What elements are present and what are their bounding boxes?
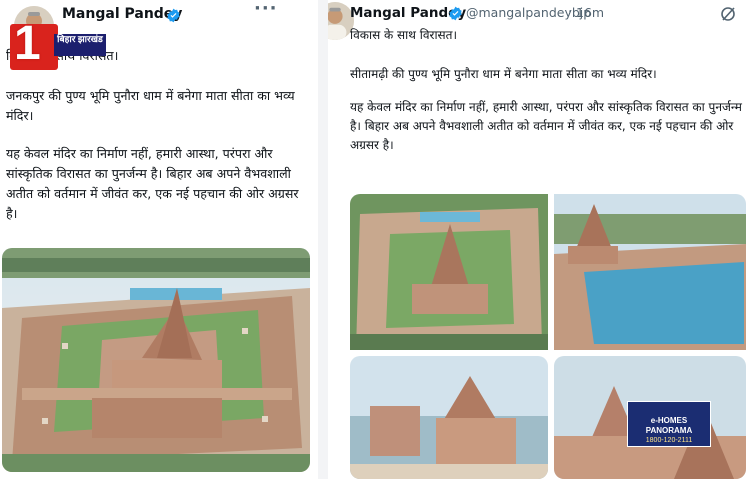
separator-dot: · [568,5,573,20]
tweet-paragraph-1: जनकपुर की पुण्य भूमि पुनौरा धाम में बनेग… [6,88,295,123]
author-handle[interactable]: @mangalpandeybjp [466,5,591,20]
temple-render-image-3[interactable] [350,356,548,479]
logo-text: बिहार झारखंड [54,34,106,56]
verified-badge-icon [167,8,180,23]
grok-icon[interactable] [720,6,736,22]
panel-divider [318,0,328,479]
ad-title: e-HOMES [650,416,688,425]
tweet-body: विकास के साथ विरासत। जनकपुर की पुण्य भूम… [6,46,310,236]
logo-number: 1 [14,17,41,70]
left-tweet-panel: Mangal Pandey ··· विकास के साथ विरासत। ज… [0,0,318,479]
temple-render-image[interactable] [2,248,310,472]
tweet-body: विकास के साथ विरासत। सीतामढ़ी की पुण्य भ… [350,26,744,167]
temple-render-image-2[interactable] [554,194,746,350]
verified-badge-icon [449,6,462,21]
tweet-paragraph-2: यह केवल मंदिर का निर्माण नहीं, हमारी आस्… [6,146,299,221]
tweet-paragraph-1: सीतामढ़ी की पुण्य भूमि पुनौरा धाम में बन… [350,67,657,81]
more-horizontal-icon[interactable]: ··· [254,0,278,19]
post-time[interactable]: 16m [576,5,604,20]
temple-render-image-1[interactable] [350,194,548,350]
ad-subtitle: PANORAMA [645,426,693,435]
ad-banner[interactable]: e-HOMES PANORAMA 1800-120-2111 [627,401,711,447]
tweet-paragraph-2: यह केवल मंदिर का निर्माण नहीं, हमारी आस्… [350,100,742,152]
ad-phone: 1800-120-2111 [645,437,693,444]
channel-logo: 1 बिहार झारखंड [10,18,106,70]
tweet-headline: विकास के साथ विरासत। [350,28,458,42]
